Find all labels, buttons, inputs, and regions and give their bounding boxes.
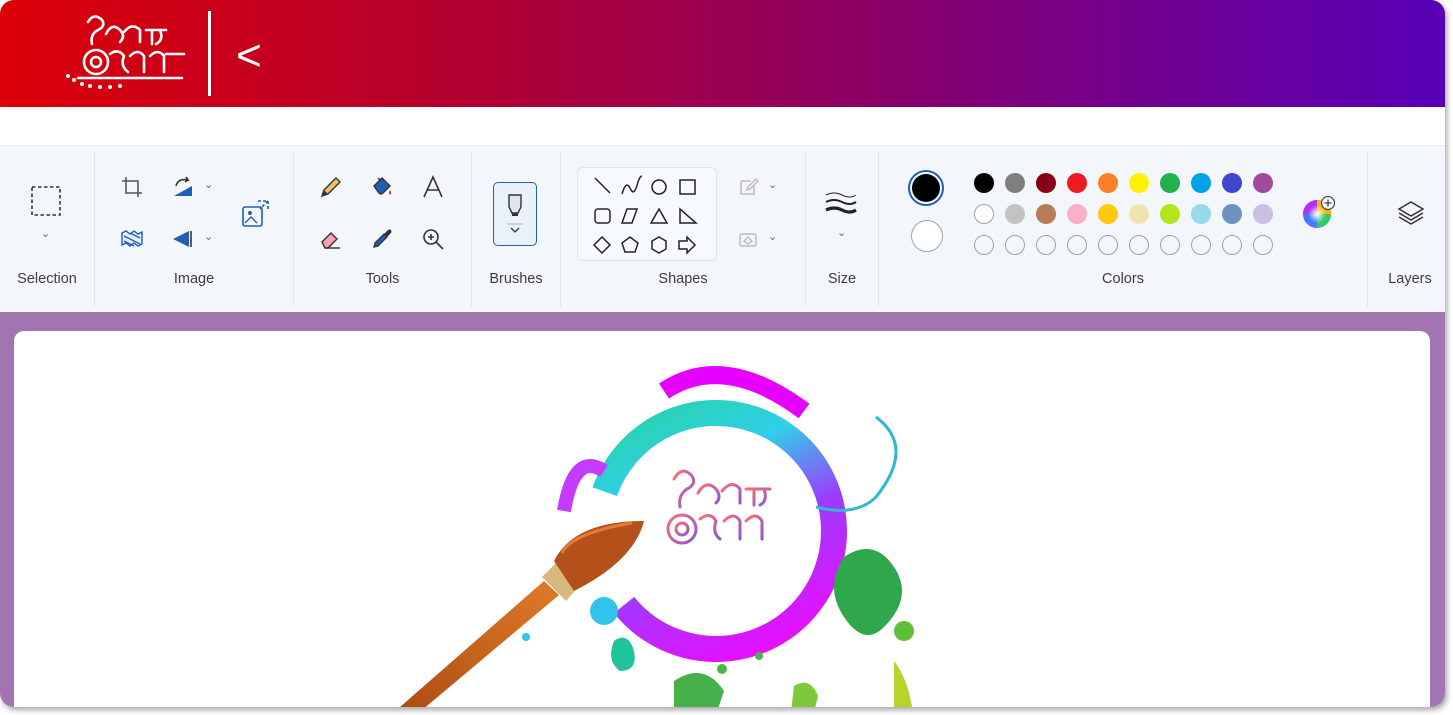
group-label-shapes: Shapes xyxy=(658,271,708,287)
back-button[interactable]: < xyxy=(236,26,262,86)
edit-colors-button[interactable] xyxy=(1302,196,1336,230)
crop-icon[interactable] xyxy=(115,170,149,204)
eraser-icon[interactable] xyxy=(314,222,348,256)
color-swatch[interactable] xyxy=(1005,173,1025,193)
color-swatch[interactable] xyxy=(1067,173,1087,193)
group-label-tools: Tools xyxy=(365,271,400,287)
color-swatch[interactable] xyxy=(1191,204,1211,224)
header-banner: < xyxy=(0,0,1445,107)
group-label-selection: Selection xyxy=(17,271,77,287)
curve-shape[interactable] xyxy=(621,175,643,195)
secondary-color-button[interactable] xyxy=(911,220,943,252)
custom-color-slot[interactable] xyxy=(1098,235,1118,255)
shape-outline-icon[interactable] xyxy=(732,170,766,204)
custom-color-slot[interactable] xyxy=(1191,235,1211,255)
color-swatch[interactable] xyxy=(1036,204,1056,224)
tools-group: Tools xyxy=(294,146,471,313)
oval-shape[interactable] xyxy=(651,179,667,195)
hexagon-shape[interactable] xyxy=(651,236,667,254)
color-swatch[interactable] xyxy=(1222,204,1242,224)
image-group: ⌄ ⌄ Image xyxy=(95,146,293,313)
brushes-group: Brushes xyxy=(472,146,560,313)
size-group: ⌄ Size xyxy=(806,146,878,313)
color-swatch[interactable] xyxy=(1191,173,1211,193)
chevron-down-icon[interactable]: ⌄ xyxy=(41,227,50,240)
color-wheel-icon xyxy=(1303,196,1336,228)
color-swatch[interactable] xyxy=(974,204,994,224)
color-swatch[interactable] xyxy=(1098,204,1118,224)
polygon-shape[interactable] xyxy=(620,208,639,224)
color-swatch[interactable] xyxy=(1222,173,1242,193)
rectangle-shape[interactable] xyxy=(679,179,696,195)
color-swatch[interactable] xyxy=(1129,173,1149,193)
pencil-icon[interactable] xyxy=(314,170,348,204)
right-arrow-shape[interactable] xyxy=(678,235,697,255)
rounded-rectangle-shape[interactable] xyxy=(594,208,611,224)
group-label-brushes: Brushes xyxy=(489,271,543,287)
chevron-down-icon[interactable]: ⌄ xyxy=(204,178,213,191)
primary-color-button[interactable] xyxy=(908,170,944,206)
layers-group: Layers xyxy=(1368,146,1445,313)
artwork-image xyxy=(400,366,914,707)
chevron-down-icon[interactable]: ⌄ xyxy=(768,178,777,191)
fill-bucket-icon[interactable] xyxy=(365,170,399,204)
custom-color-slot[interactable] xyxy=(1160,235,1180,255)
magnifier-icon[interactable] xyxy=(416,222,450,256)
group-label-image: Image xyxy=(173,271,215,287)
color-swatch[interactable] xyxy=(1036,173,1056,193)
shape-fill-icon[interactable] xyxy=(732,222,766,256)
color-swatch[interactable] xyxy=(1067,204,1087,224)
custom-color-slot[interactable] xyxy=(1067,235,1087,255)
color-swatch[interactable] xyxy=(974,173,994,193)
resize-icon[interactable] xyxy=(239,196,273,230)
brand-logo xyxy=(66,15,186,89)
toolbar-ribbon: ⌄ Selection ⌄ ⌄ Image Tools Brushes Shap… xyxy=(0,145,1445,313)
diamond-shape[interactable] xyxy=(592,235,612,255)
custom-color-slot[interactable] xyxy=(1253,235,1273,255)
brush-icon xyxy=(507,194,523,233)
color-swatch[interactable] xyxy=(1129,204,1149,224)
selection-group: ⌄ Selection xyxy=(0,146,94,313)
custom-color-slot[interactable] xyxy=(974,235,994,255)
title-strip xyxy=(0,107,1445,145)
chevron-down-icon[interactable]: ⌄ xyxy=(768,230,777,243)
shapes-gallery xyxy=(577,167,717,261)
stroke-size-icon[interactable] xyxy=(824,186,858,220)
group-label-colors: Colors xyxy=(1102,271,1144,287)
color-swatch[interactable] xyxy=(1253,204,1273,224)
rectangle-select-icon[interactable] xyxy=(29,184,63,218)
rotate-icon[interactable] xyxy=(166,170,200,204)
color-swatch[interactable] xyxy=(1098,173,1118,193)
group-label-layers: Layers xyxy=(1388,271,1432,287)
app-window: < ⌄ Selection ⌄ ⌄ Image Tools Brushes Sh… xyxy=(0,0,1445,707)
custom-color-slot[interactable] xyxy=(1036,235,1056,255)
brush-selector-button[interactable] xyxy=(493,182,537,246)
color-swatch[interactable] xyxy=(1253,173,1273,193)
line-shape[interactable] xyxy=(594,177,611,194)
custom-color-slot[interactable] xyxy=(1129,235,1149,255)
right-triangle-shape[interactable] xyxy=(679,207,698,224)
custom-color-slot[interactable] xyxy=(1005,235,1025,255)
custom-color-slot[interactable] xyxy=(1222,235,1242,255)
chevron-down-icon[interactable]: ⌄ xyxy=(204,230,213,243)
triangle-shape[interactable] xyxy=(649,207,669,224)
text-icon[interactable] xyxy=(416,170,450,204)
color-picker-icon[interactable] xyxy=(365,222,399,256)
color-swatch[interactable] xyxy=(1160,173,1180,193)
colors-group: Colors xyxy=(879,146,1367,313)
chevron-down-icon[interactable]: ⌄ xyxy=(837,226,846,239)
layers-icon[interactable] xyxy=(1394,196,1428,230)
primary-color-swatch xyxy=(912,174,940,202)
flip-icon[interactable] xyxy=(166,222,200,256)
background-remove-icon[interactable] xyxy=(115,222,149,256)
group-label-size: Size xyxy=(827,271,857,287)
header-divider xyxy=(208,11,211,96)
color-swatch[interactable] xyxy=(1005,204,1025,224)
color-swatch[interactable] xyxy=(1160,204,1180,224)
drawing-canvas[interactable] xyxy=(14,331,1430,707)
pentagon-shape[interactable] xyxy=(621,236,639,253)
